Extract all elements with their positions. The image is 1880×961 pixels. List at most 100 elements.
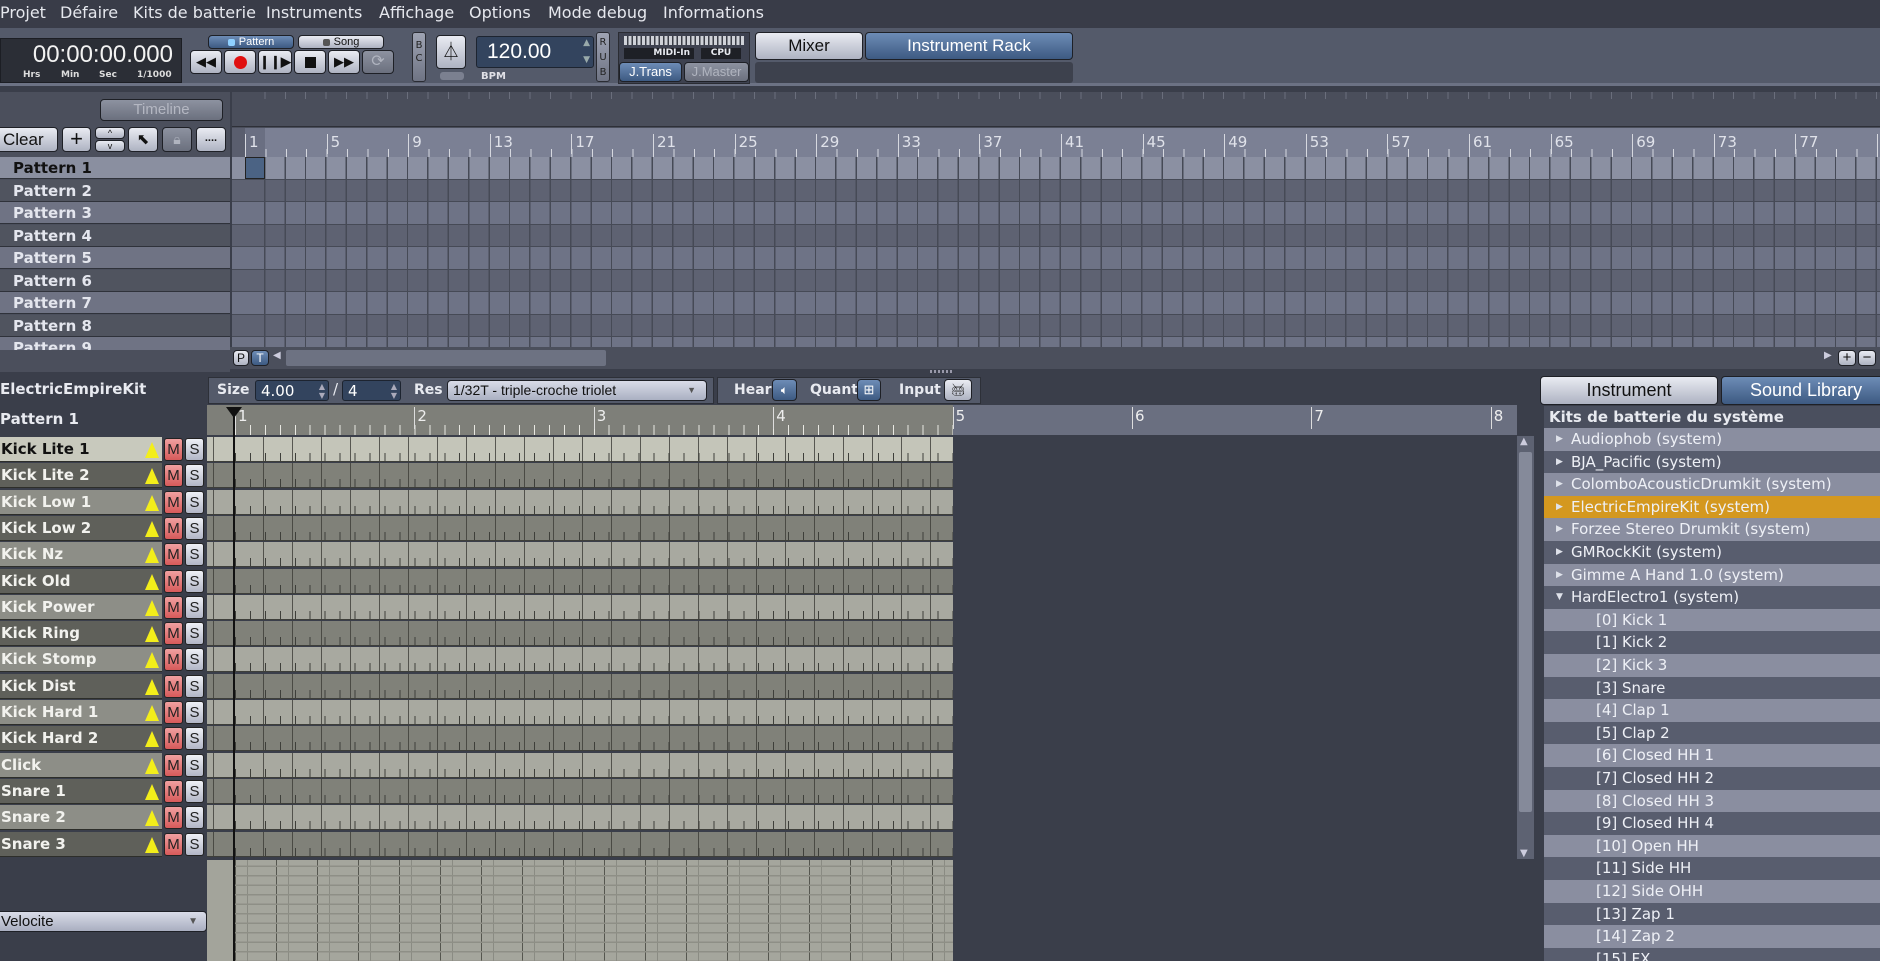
solo-button[interactable]: S xyxy=(185,543,204,567)
instrument-row[interactable]: Kick Dist M S xyxy=(0,673,207,699)
collapsed-arrow-icon[interactable]: ▶ xyxy=(1556,496,1563,518)
mute-button[interactable]: M xyxy=(164,701,183,724)
size-spinbox[interactable]: 4.00 ▲ ▼ xyxy=(255,380,329,401)
mute-button[interactable]: M xyxy=(164,753,183,777)
instrument-row[interactable]: Kick Stomp M S xyxy=(0,647,207,673)
instrument-row[interactable]: Kick Nz M S xyxy=(0,542,207,568)
menu-mode-debug[interactable]: Mode debug xyxy=(548,3,647,22)
mute-button[interactable]: M xyxy=(164,674,183,698)
collapsed-arrow-icon[interactable]: ▶ xyxy=(1556,473,1563,495)
solo-button[interactable]: S xyxy=(185,490,204,514)
quantize-toggle[interactable]: ⊞ xyxy=(857,379,881,401)
library-item[interactable]: [6] Closed HH 1 xyxy=(1544,744,1880,767)
mute-button[interactable]: M xyxy=(164,490,183,514)
solo-button[interactable]: S xyxy=(185,595,204,619)
play-pause-button[interactable]: ❙❙▶ xyxy=(258,50,292,74)
instrument-row[interactable]: Kick Low 1MS xyxy=(0,489,207,515)
solo-button[interactable]: S xyxy=(185,779,204,803)
song-ruler[interactable]: 159131721252933374145495357616569737781 xyxy=(232,92,1880,157)
solo-button[interactable]: S xyxy=(185,701,204,724)
horizontal-scrollbar[interactable] xyxy=(286,350,606,366)
pattern-list-item[interactable]: Pattern 4 xyxy=(0,224,230,247)
bpm-down-icon[interactable]: ▼ xyxy=(583,55,590,65)
song-grid-row[interactable] xyxy=(232,224,1880,247)
library-item[interactable]: ▶ GMRockKit (system) xyxy=(1544,541,1880,564)
mute-button[interactable]: M xyxy=(164,727,183,751)
zoom-in-button[interactable]: + xyxy=(1838,350,1856,366)
mute-button[interactable]: M xyxy=(164,779,183,803)
library-item[interactable]: [8] Closed HH 3 xyxy=(1544,789,1880,813)
pattern-list-item[interactable]: Pattern 7 xyxy=(0,292,230,314)
instrument-name[interactable]: Kick Low 1 xyxy=(0,489,162,515)
expanded-arrow-icon[interactable]: ▼ xyxy=(1556,586,1563,608)
zoom-out-button[interactable]: − xyxy=(1858,350,1876,366)
solo-button[interactable]: S xyxy=(185,832,204,856)
clear-button[interactable]: Clear xyxy=(0,127,58,152)
mute-button[interactable]: M xyxy=(164,464,183,488)
input-toggle[interactable]: 🥁︎ xyxy=(944,379,972,401)
rubberband-toggle[interactable]: R U B xyxy=(596,32,610,82)
move-up-button[interactable]: ^ xyxy=(95,127,125,139)
velocity-property-select[interactable]: Velocite ▼ xyxy=(0,911,207,932)
bpm-spinbox[interactable]: 120.00 ▲ ▼ xyxy=(476,36,594,68)
add-pattern-button[interactable]: + xyxy=(62,127,91,152)
collapsed-arrow-icon[interactable]: ▶ xyxy=(1556,541,1563,563)
mute-button[interactable]: M xyxy=(164,648,183,672)
song-grid-row[interactable] xyxy=(232,157,1880,180)
tempo-view-button[interactable]: T xyxy=(251,350,269,366)
instrument-name[interactable]: Snare 3 xyxy=(0,831,162,857)
instrument-name[interactable]: Kick Hard 2 xyxy=(0,726,162,752)
mute-button[interactable]: M xyxy=(164,806,183,830)
instrument-name[interactable]: Kick Hard 1 xyxy=(0,700,162,725)
instrument-name[interactable]: Kick Dist xyxy=(0,673,162,699)
pattern-list-item[interactable]: Pattern 5 xyxy=(0,247,230,269)
solo-button[interactable]: S xyxy=(185,438,204,461)
instrument-row[interactable]: Kick Ring M S xyxy=(0,621,207,647)
pattern-view-button[interactable]: P xyxy=(233,350,249,366)
instrument-row[interactable]: Snare 2MS xyxy=(0,805,207,831)
song-grid-row[interactable] xyxy=(232,179,1880,202)
menu-defaire[interactable]: Défaire xyxy=(60,3,118,22)
menu-informations[interactable]: Informations xyxy=(663,3,764,22)
playhead-marker-icon[interactable] xyxy=(226,407,242,418)
song-grid-row[interactable] xyxy=(232,269,1880,292)
mute-button[interactable]: M xyxy=(164,516,183,540)
pattern-list-item[interactable]: Pattern 6 xyxy=(0,269,230,292)
instrument-name[interactable]: Kick Power xyxy=(0,594,162,620)
drum-pattern-grid[interactable]: 12345678 xyxy=(207,405,1517,961)
library-item[interactable]: [7] Closed HH 2 xyxy=(1544,767,1880,790)
instrument-row[interactable]: Kick Lite 2MS xyxy=(0,463,207,489)
collapsed-arrow-icon[interactable]: ▶ xyxy=(1556,564,1563,586)
stop-button[interactable] xyxy=(294,50,326,74)
song-grid-row[interactable] xyxy=(232,247,1880,270)
mixer-button[interactable]: Mixer xyxy=(755,32,863,60)
more-options-button[interactable]: .... xyxy=(196,127,226,152)
resolution-select[interactable]: 1/32T - triple-croche triolet ▼ xyxy=(447,380,707,401)
tab-instrument[interactable]: Instrument xyxy=(1540,376,1718,405)
instrument-row[interactable]: Kick Hard 1MS xyxy=(0,700,207,725)
mute-button[interactable]: M xyxy=(164,569,183,593)
metronome-button[interactable]: ⏃ xyxy=(436,35,466,69)
instrument-row[interactable]: Kick Power M S xyxy=(0,594,207,620)
solo-button[interactable]: S xyxy=(185,464,204,488)
pattern-list-item[interactable]: Pattern 3 xyxy=(0,202,230,224)
instrument-name[interactable]: Kick Ring xyxy=(0,621,162,647)
jack-master-button[interactable]: J.Master xyxy=(684,62,749,82)
library-item[interactable]: [14] Zap 2 xyxy=(1544,925,1880,948)
bpm-up-icon[interactable]: ▲ xyxy=(583,38,590,48)
library-item[interactable]: [2] Kick 3 xyxy=(1544,654,1880,677)
library-item[interactable]: ▶ ColomboAcousticDrumkit (system) xyxy=(1544,473,1880,496)
solo-button[interactable]: S xyxy=(185,648,204,672)
pattern-mode-button[interactable]: Pattern xyxy=(208,35,294,49)
scroll-right-icon[interactable]: ▶ xyxy=(1824,350,1832,361)
collapsed-arrow-icon[interactable]: ▶ xyxy=(1556,518,1563,540)
mute-button[interactable]: M xyxy=(164,595,183,619)
select-mode-button[interactable]: ⬉ xyxy=(128,127,158,152)
splitter-handle[interactable] xyxy=(930,370,954,373)
library-item[interactable]: [4] Clap 1 xyxy=(1544,699,1880,722)
menu-affichage[interactable]: Affichage xyxy=(379,3,454,22)
mute-button[interactable]: M xyxy=(164,543,183,567)
instrument-name[interactable]: Kick Stomp xyxy=(0,647,162,673)
library-item[interactable]: [5] Clap 2 xyxy=(1544,721,1880,745)
instrument-row[interactable]: Kick Low 2MS xyxy=(0,515,207,541)
